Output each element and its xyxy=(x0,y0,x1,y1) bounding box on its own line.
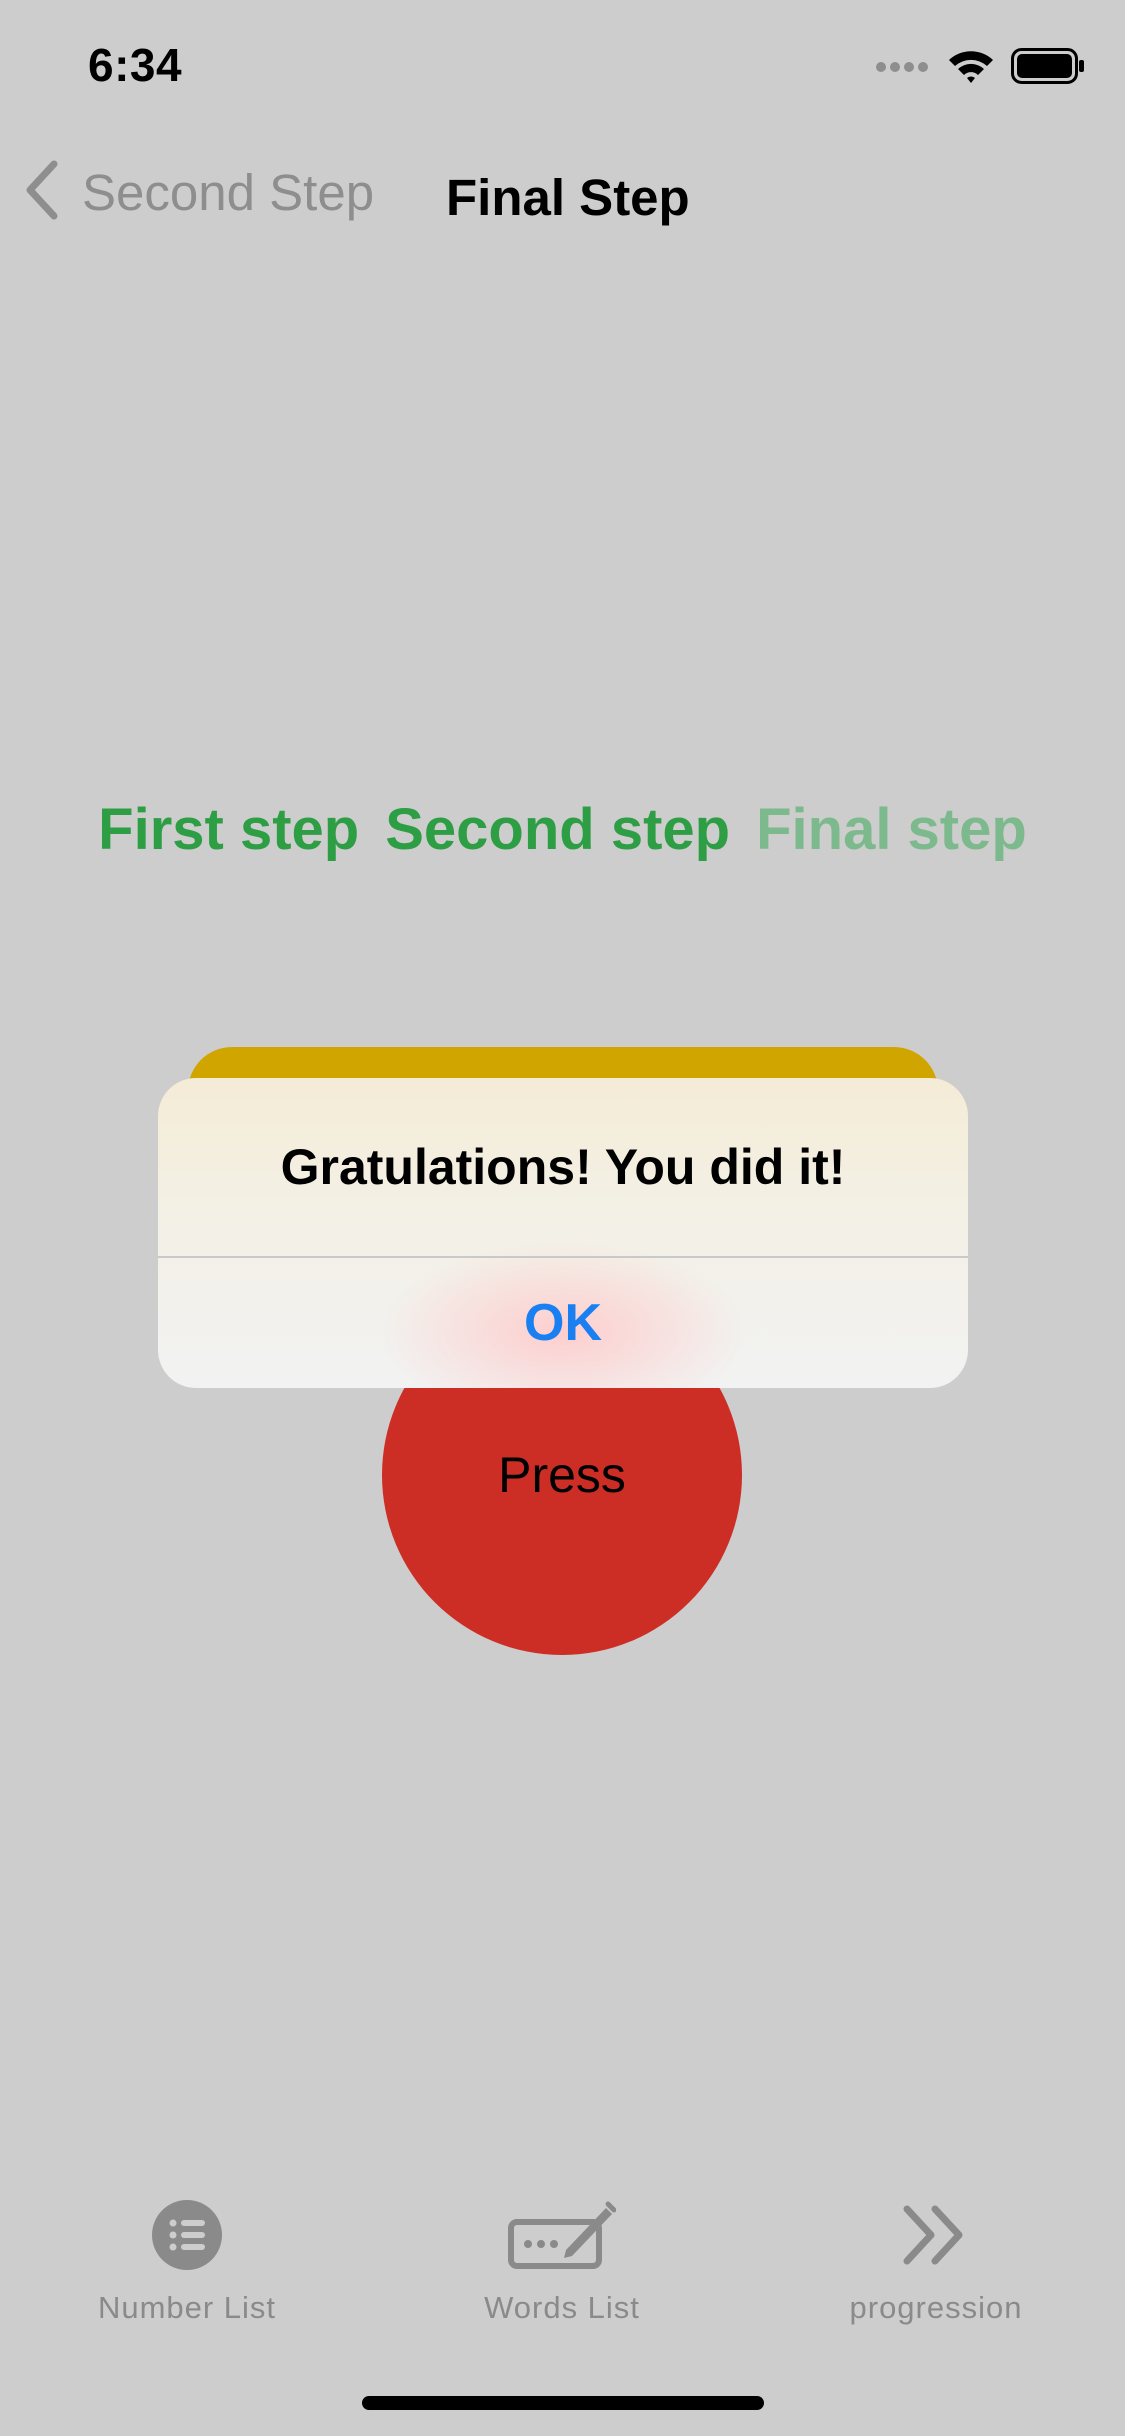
status-time: 6:34 xyxy=(88,39,183,91)
alert-ok-button[interactable]: OK xyxy=(158,1258,968,1388)
tab-label: progression xyxy=(849,2290,1023,2325)
battery-icon xyxy=(1011,48,1085,89)
tab-number-list[interactable]: Number List xyxy=(37,2190,337,2326)
back-button[interactable]: Second Step xyxy=(22,160,374,225)
wifi-icon xyxy=(947,48,995,89)
tab-bar: Number List Words List progression xyxy=(0,2190,1125,2340)
chevron-left-icon xyxy=(22,160,62,225)
back-button-label: Second Step xyxy=(82,164,375,221)
alert-dialog: Gratulations! You did it! OK xyxy=(158,1078,968,1388)
tab-label: Number List xyxy=(97,2290,277,2325)
alert-message: Gratulations! You did it! xyxy=(280,1139,846,1195)
tab-progression[interactable]: progression xyxy=(786,2190,1086,2326)
page-title: Final Step xyxy=(446,169,690,226)
step-final: Final step xyxy=(756,797,1027,862)
status-icons xyxy=(875,48,1085,89)
list-icon xyxy=(151,2190,223,2280)
navigation-bar: Second Step Final Step xyxy=(0,150,1125,250)
step-progress: First step Second step Final step xyxy=(0,796,1125,863)
step-second: Second step xyxy=(385,797,731,862)
double-chevron-icon xyxy=(901,2190,971,2280)
tab-words-list[interactable]: Words List xyxy=(412,2190,712,2326)
keyboard-pencil-icon xyxy=(508,2190,616,2280)
press-button-label: Press xyxy=(498,1447,626,1503)
home-indicator[interactable] xyxy=(362,2396,764,2410)
signal-icon xyxy=(875,60,931,78)
status-bar: 6:34 xyxy=(0,0,1125,130)
tab-label: Words List xyxy=(484,2290,640,2325)
step-first: First step xyxy=(98,797,360,862)
